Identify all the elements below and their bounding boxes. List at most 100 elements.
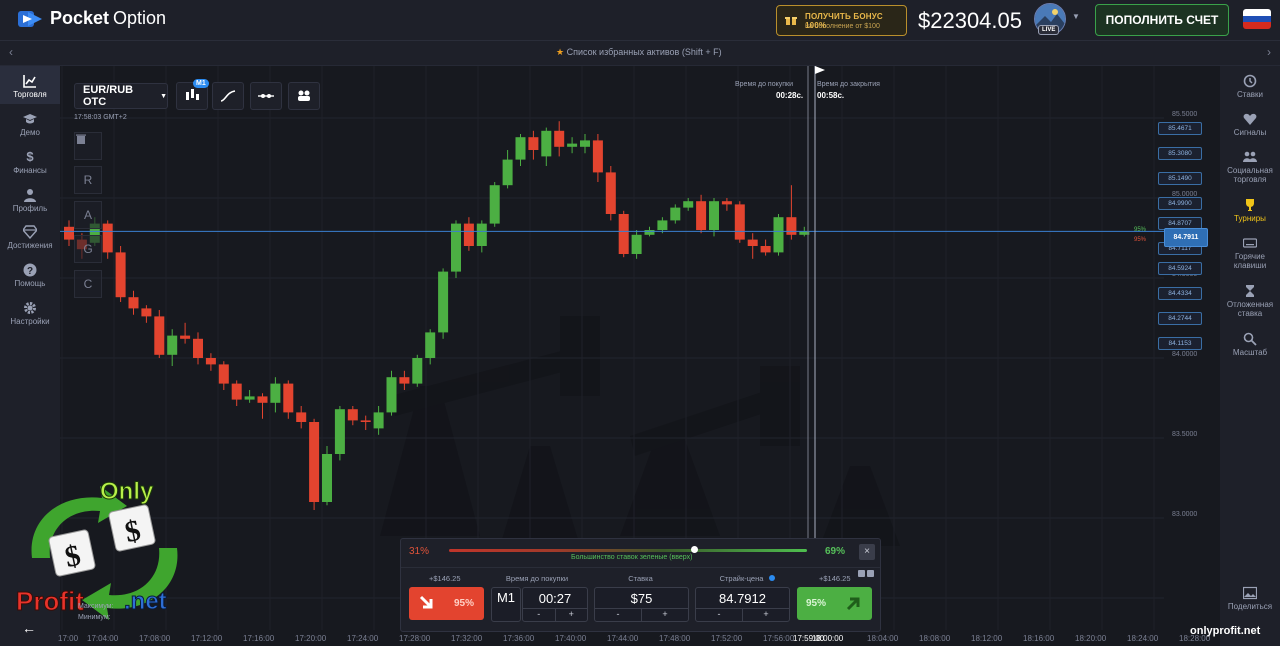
deposit-button[interactable]: ПОПОЛНИТЬ СЧЕТ (1095, 4, 1229, 36)
candle-down (154, 316, 165, 355)
bonus-button[interactable]: ПОЛУЧИТЬ БОНУС 100% на пополнение от $10… (776, 5, 907, 36)
nav-item-pending-trade[interactable]: Отложенная ставка (1220, 284, 1280, 318)
stake-minus-button[interactable]: - (595, 609, 641, 621)
time-minus-button[interactable]: - (523, 609, 555, 621)
down-button[interactable]: 95% (409, 587, 484, 620)
logo[interactable]: Pocket Option (18, 8, 166, 29)
chevron-right-icon[interactable]: › (1267, 45, 1271, 59)
candle-down (193, 338, 203, 358)
stake-field[interactable]: $75 - + (594, 587, 689, 622)
close-time-value: 00:58с. (817, 91, 845, 100)
candle-up (167, 335, 178, 355)
hourglass-icon (1246, 285, 1254, 297)
candle-up (244, 396, 255, 400)
candle-down (283, 383, 294, 413)
time-axis-label: 18:24:00 (1127, 634, 1159, 643)
account-balance[interactable]: $22304.05 (918, 8, 1022, 34)
nav-item-help[interactable]: ? Помощь (0, 263, 60, 288)
time-plus-button[interactable]: + (554, 609, 588, 621)
candle-up (386, 377, 397, 413)
tool-button-r[interactable]: R (74, 166, 102, 194)
time-axis-label: 17:28:00 (399, 634, 431, 643)
chevron-down-icon[interactable]: ▼ (1072, 12, 1080, 21)
trash-button[interactable] (74, 132, 102, 160)
candle-up (631, 234, 642, 254)
server-time: 17:58:03 GMT+2 (74, 114, 127, 121)
strike-field[interactable]: 84.7912 - + (695, 587, 790, 622)
info-icon[interactable] (858, 570, 865, 577)
svg-text:?: ? (27, 266, 33, 277)
time-axis-label: 17:52:00 (711, 634, 743, 643)
heartbeat-icon (1243, 113, 1257, 125)
trade-controls: +$146.25 95% Время до покупки M1 00:27 -… (401, 567, 880, 632)
candle-up (451, 223, 461, 272)
strike-toggle[interactable] (769, 575, 775, 581)
top-bar: Pocket Option ПОЛУЧИТЬ БОНУС 100% на поп… (0, 0, 1280, 41)
timeframe-selector[interactable]: M1 (491, 587, 521, 622)
logo-profit-text: Profit (16, 586, 85, 617)
candle-up (567, 143, 578, 147)
chart-type-button[interactable] (212, 82, 244, 110)
candle-up (270, 383, 281, 403)
nav-item-demo[interactable]: Демо (0, 112, 60, 137)
candle-up (373, 412, 384, 429)
tool-button-c[interactable]: C (74, 270, 102, 298)
indicators-button[interactable] (250, 82, 282, 110)
nav-item-settings[interactable]: Настройки (0, 301, 60, 326)
nav-item-share[interactable]: Поделиться (1220, 586, 1280, 611)
tool-button-a[interactable]: A (74, 201, 102, 229)
strike-plus-button[interactable]: + (742, 609, 789, 621)
stake-label: Ставка (628, 574, 653, 583)
nav-item-signals[interactable]: Сигналы (1220, 112, 1280, 137)
candle-up (425, 332, 436, 358)
nav-item-trading[interactable]: Торговля (0, 66, 60, 104)
sentiment-knob (691, 546, 698, 553)
nav-item-profile[interactable]: Профиль (0, 188, 60, 213)
nav-item-finance[interactable]: $ Финансы (0, 150, 60, 176)
time-field[interactable]: 00:27 - + (522, 587, 588, 622)
left-arrow-icon[interactable]: ← (22, 620, 36, 636)
candle-down (180, 335, 191, 339)
candle-down (734, 204, 745, 240)
favorites-bar: ‹ ★ Список избранных активов (Shift + F)… (0, 41, 1280, 66)
price-axis-label: 84.0000 (1172, 351, 1198, 358)
price-axis-label: 83.0000 (1172, 511, 1198, 518)
keyboard-icon (1243, 238, 1257, 248)
candle-down (115, 252, 126, 298)
tool-button-g[interactable]: G (74, 235, 102, 263)
candle-up (502, 159, 513, 186)
candle-down (218, 364, 229, 384)
logo-net-text: .net (124, 588, 168, 616)
stake-plus-button[interactable]: + (641, 609, 688, 621)
social-button[interactable] (288, 82, 320, 110)
nav-item-social-trading[interactable]: Социальная торговля (1220, 150, 1280, 184)
chevron-left-icon[interactable]: ‹ (9, 45, 13, 59)
asset-pair-name: EUR/RUB OTC (83, 84, 134, 108)
close-panel-button[interactable]: × (859, 544, 875, 560)
language-flag-icon[interactable] (1243, 9, 1271, 29)
strike-minus-button[interactable]: - (696, 609, 742, 621)
nav-item-achievements[interactable]: Достижения (0, 225, 60, 250)
favorites-hint[interactable]: ★ Список избранных активов (Shift + F) (556, 47, 722, 58)
help-icon[interactable] (867, 570, 874, 577)
up-button[interactable]: 95% (797, 587, 872, 620)
diamond-icon (23, 225, 37, 239)
nav-item-tournaments[interactable]: Турниры (1220, 198, 1280, 223)
nav-item-hotkeys[interactable]: Горячие клавиши (1220, 236, 1280, 270)
nav-item-zoom[interactable]: Масштаб (1220, 332, 1280, 357)
arrow-up-right-icon (846, 597, 860, 611)
gift-icon (785, 17, 797, 25)
live-badge: LIVE (1038, 25, 1060, 35)
candle-down (128, 297, 139, 309)
nav-item-label: Сигналы (1233, 128, 1267, 137)
down-payout: 95% (453, 598, 474, 609)
candle-down (231, 383, 242, 400)
arrow-down-right-icon (419, 595, 433, 609)
indicator-icon (258, 94, 274, 98)
candle-down (618, 214, 629, 254)
nav-item-trades[interactable]: Ставки (1220, 74, 1280, 99)
asset-selector[interactable]: EUR/RUB OTC ▼ (74, 83, 168, 109)
candle-up (322, 454, 332, 502)
candle-down (696, 201, 707, 230)
time-axis-label: 17:32:00 (451, 634, 483, 643)
